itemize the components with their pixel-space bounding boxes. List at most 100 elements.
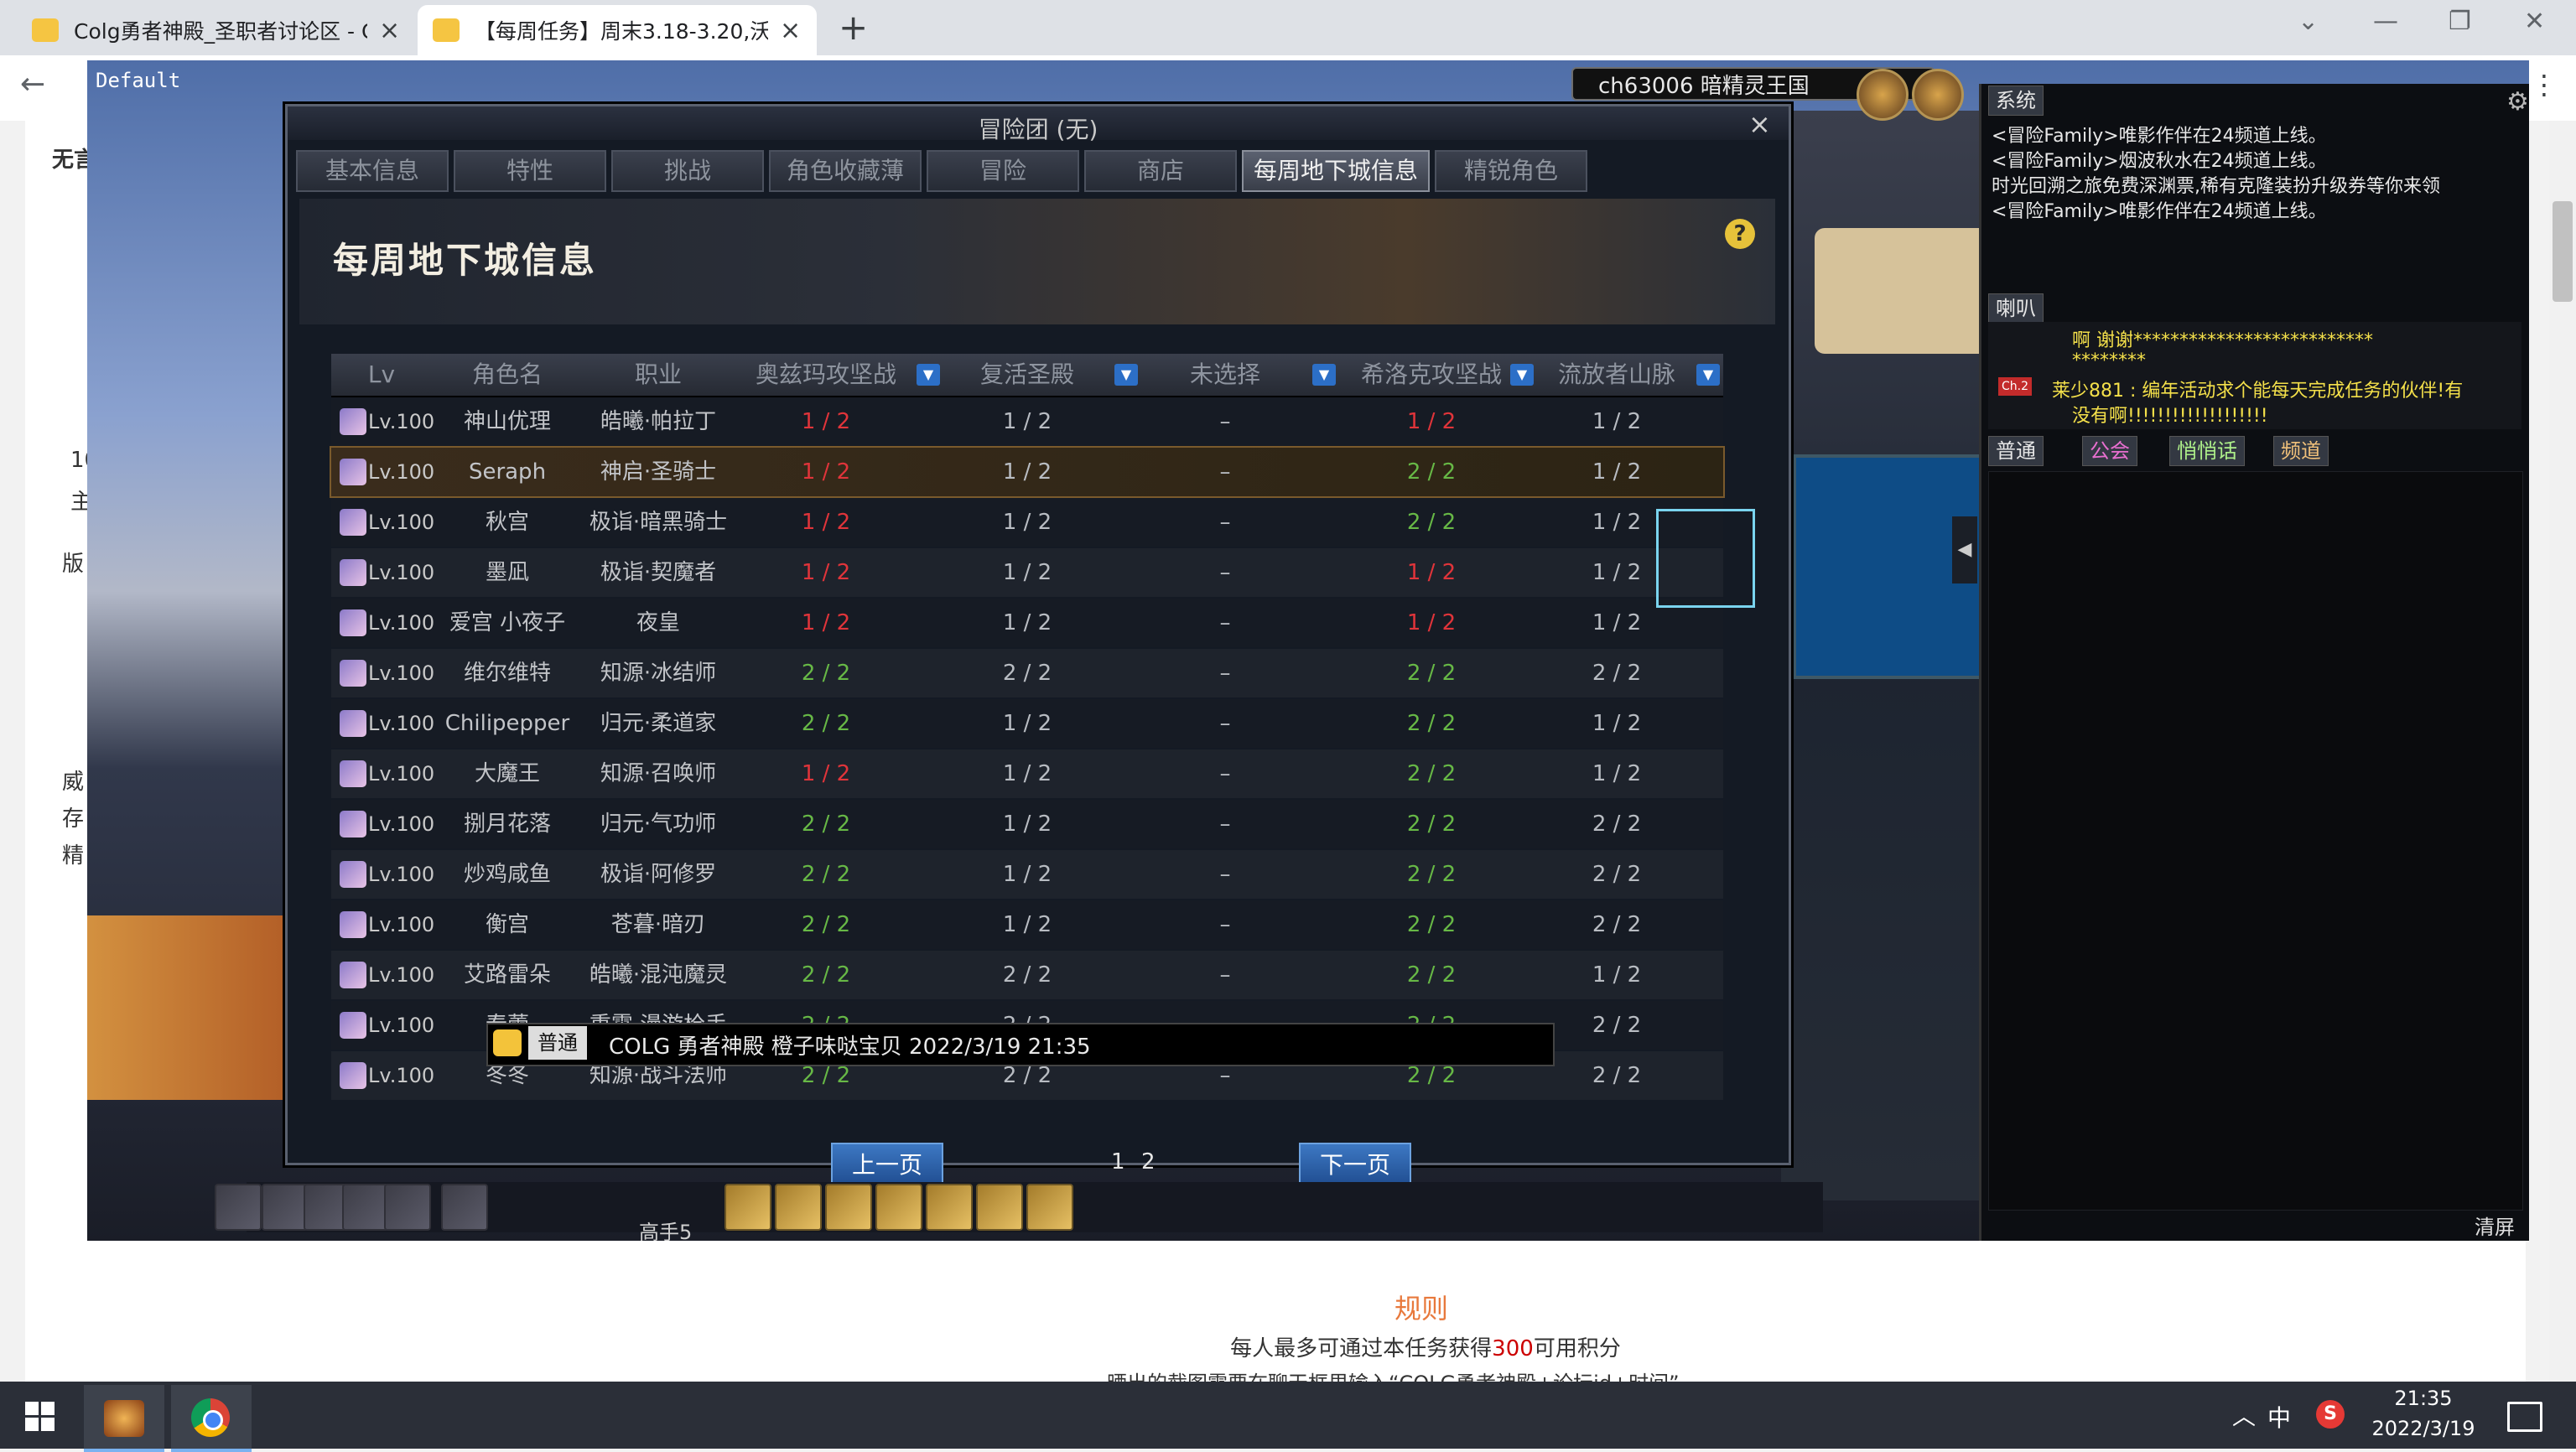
page-number[interactable]: 1 (1111, 1149, 1125, 1175)
tab-weekly-dungeon[interactable]: 每周地下城信息 (1242, 150, 1430, 192)
dungeon-count-cell: – (1219, 409, 1231, 434)
prev-page-button[interactable]: 上一页 (831, 1143, 943, 1188)
chat-tab-whisper[interactable]: 悄悄话 (2169, 436, 2245, 466)
tab-collection[interactable]: 角色收藏薄 (769, 150, 922, 192)
clear-screen-button[interactable]: 清屏 (2475, 1211, 2515, 1240)
tray-expand-icon[interactable]: ︿ (2232, 1398, 2256, 1432)
character-avatar-icon (340, 408, 366, 435)
adventure-team-dialog: 冒险团 (无) × 基本信息 特性 挑战 角色收藏薄 冒险 商店 每周地下城信息… (285, 104, 1791, 1188)
chat-tab-channel[interactable]: 频道 (2273, 436, 2329, 466)
sogou-icon[interactable]: S (2316, 1400, 2345, 1429)
collapse-arrow-icon[interactable]: ◀ (1952, 516, 1977, 583)
help-icon[interactable]: ? (1725, 219, 1755, 249)
tab-challenge[interactable]: 挑战 (611, 150, 764, 192)
dungeon-count-cell: 2 / 2 (1592, 912, 1642, 937)
windows-start-icon[interactable] (25, 1402, 55, 1432)
menu-orb-icon[interactable] (1857, 69, 1909, 121)
dialog-close-icon[interactable]: × (1748, 108, 1771, 140)
table-row[interactable]: Lv.100 Chilipepper 归元·柔道家 2 / 2 1 / 2 – 2 / 2 1… (331, 699, 1723, 748)
menu-orb-icon[interactable] (1912, 69, 1964, 121)
browser-tab-weekly-task[interactable]: 【每周任务】周末3.18-3.20,沃特 × (418, 5, 817, 55)
skill-slot-icon[interactable] (825, 1184, 872, 1231)
dropdown-arrow-icon[interactable]: ▼ (917, 364, 940, 386)
chat-panel: ⚙ 系统 <冒险Family>唯影作伴在24频道上线。 <冒险Family>烟波… (1979, 84, 2529, 1241)
character-avatar-icon (340, 459, 366, 485)
job-cell: 归元·气功师 (600, 812, 717, 837)
table-row[interactable]: Lv.100 秋宫 极诣·暗黑骑士 1 / 21 / 2–2 / 21 / 2 (331, 498, 1723, 547)
browser-tab-colg[interactable]: Colg勇者神殿_圣职者讨论区 - C × (17, 5, 411, 55)
dropdown-arrow-icon[interactable]: ▼ (1696, 364, 1720, 386)
gear-icon[interactable]: ⚙ (2506, 87, 2529, 117)
new-tab-button[interactable]: + (839, 7, 868, 48)
table-row[interactable]: Lv.100 艾路雷朵 皓曦·混沌魔灵 2 / 2 2 / 2 – 2 / 2 1 / 2 (331, 951, 1723, 999)
skill-slot-icon[interactable] (384, 1184, 431, 1231)
table-row[interactable]: Lv.100 衡宫 苍暮·暗刃 2 / 2 1 / 2 – 2 / 2 2 / 2 (331, 900, 1723, 949)
skill-slot-icon[interactable] (342, 1184, 389, 1231)
skill-slot-icon[interactable] (262, 1184, 309, 1231)
tab-search-chevron-icon[interactable]: ⌄ (2298, 7, 2319, 36)
skill-slot-icon[interactable] (441, 1184, 488, 1231)
dungeon-count-cell: 2 / 2 (801, 661, 851, 686)
dungeon-count-cell: 2 / 2 (1406, 510, 1457, 535)
skill-slot-icon[interactable] (215, 1184, 262, 1231)
table-row[interactable]: Lv.100 维尔维特 知源·冰结师 2 / 2 2 / 2 – 2 / 2 2 / 2 (331, 649, 1723, 697)
clock-time[interactable]: 21:35 (2373, 1387, 2474, 1410)
tab-traits[interactable]: 特性 (454, 150, 606, 192)
skill-slot-icon[interactable] (1026, 1184, 1073, 1231)
tab-close-icon[interactable]: × (780, 16, 801, 45)
tab-adventure[interactable]: 冒险 (927, 150, 1079, 192)
dungeon-count-cell: 1 / 2 (1406, 560, 1457, 585)
skill-slot-icon[interactable] (926, 1184, 973, 1231)
next-page-button[interactable]: 下一页 (1299, 1143, 1411, 1188)
table-row[interactable]: Lv.100 墨凪 极诣·契魔者 1 / 21 / 2–1 / 21 / 2 (331, 548, 1723, 597)
table-row[interactable]: Lv.100 大魔王 知源·召唤师 1 / 2 1 / 2 – 2 / 2 1 / 2 (331, 749, 1723, 798)
level-cell: Lv.100 (368, 863, 435, 886)
rules-text: 每人最多可通过本任务获得300可用积分 (1090, 1331, 1761, 1362)
dropdown-arrow-icon[interactable]: ▼ (1510, 364, 1534, 386)
character-avatar-icon (340, 1012, 366, 1039)
dungeon-count-cell: – (1219, 761, 1231, 786)
dungeon-count-cell: – (1219, 661, 1231, 686)
game-screenshot: Default ch63006 暗精灵王国 ◀ 冒险团 (无) × 基本信息 特… (87, 60, 2529, 1241)
character-name-cell: 大魔王 (474, 761, 540, 786)
tab-shop[interactable]: 商店 (1084, 150, 1237, 192)
tab-basic-info[interactable]: 基本信息 (296, 150, 449, 192)
dropdown-arrow-icon[interactable]: ▼ (1114, 364, 1138, 386)
table-row[interactable]: Lv.100 捌月花落 归元·气功师 2 / 2 1 / 2 – 2 / 2 2 / 2 (331, 800, 1723, 848)
column-highlight-box (1656, 509, 1755, 608)
dropdown-arrow-icon[interactable]: ▼ (1312, 364, 1336, 386)
tab-horn[interactable]: 喇叭 (1988, 293, 2044, 324)
notification-icon[interactable] (2507, 1402, 2542, 1432)
dungeon-count-cell: 1 / 2 (801, 409, 851, 434)
skill-slot-icon[interactable] (775, 1184, 822, 1231)
restore-icon[interactable]: ❐ (2449, 7, 2471, 36)
level-cell: Lv.100 (368, 913, 435, 936)
dungeon-count-cell: 2 / 2 (1592, 862, 1642, 887)
job-cell: 极诣·暗黑骑士 (589, 510, 728, 535)
kebab-menu-icon[interactable]: ⋮ (2531, 69, 2558, 101)
tab-close-icon[interactable]: × (379, 16, 400, 45)
skill-slot-icon[interactable] (976, 1184, 1023, 1231)
tab-elite-characters[interactable]: 精锐角色 (1435, 150, 1587, 192)
dungeon-count-cell: – (1219, 912, 1231, 937)
page-scrollbar[interactable] (2549, 121, 2576, 1382)
page-number[interactable]: 2 (1141, 1149, 1156, 1175)
character-name-cell: 捌月花落 (463, 812, 551, 837)
emoji-icon[interactable] (493, 1029, 522, 1056)
ime-indicator[interactable]: 中 (2267, 1400, 2291, 1434)
scrollbar-thumb[interactable] (2553, 201, 2573, 302)
table-row[interactable]: Lv.100 神山优理 皓曦·帕拉丁 1 / 2 1 / 2 – 1 / 2 1 / 2 (331, 397, 1723, 446)
tab-system[interactable]: 系统 (1988, 86, 2044, 116)
chat-tab-guild[interactable]: 公会 (2082, 436, 2137, 466)
clock-date[interactable]: 2022/3/19 (2358, 1417, 2489, 1440)
skill-slot-icon[interactable] (875, 1184, 922, 1231)
skill-slot-icon[interactable] (724, 1184, 771, 1231)
table-row[interactable]: Lv.100 Seraph 神启·圣骑士 1 / 2 1 / 2 – 2 / 2 1 / 2 (330, 446, 1725, 498)
window-close-icon[interactable]: ✕ (2524, 7, 2545, 36)
table-row[interactable]: Lv.100 爱宫 小夜子 夜皇 1 / 21 / 2–1 / 21 / 2 (331, 599, 1723, 647)
level-cell: Lv.100 (368, 712, 435, 735)
table-row[interactable]: Lv.100 炒鸡咸鱼 极诣·阿修罗 2 / 2 1 / 2 – 2 / 2 2 / 2 (331, 850, 1723, 899)
back-arrow-icon[interactable]: ← (20, 67, 45, 101)
chat-tab-normal[interactable]: 普通 (1988, 436, 2044, 466)
minimize-icon[interactable]: — (2373, 7, 2398, 36)
